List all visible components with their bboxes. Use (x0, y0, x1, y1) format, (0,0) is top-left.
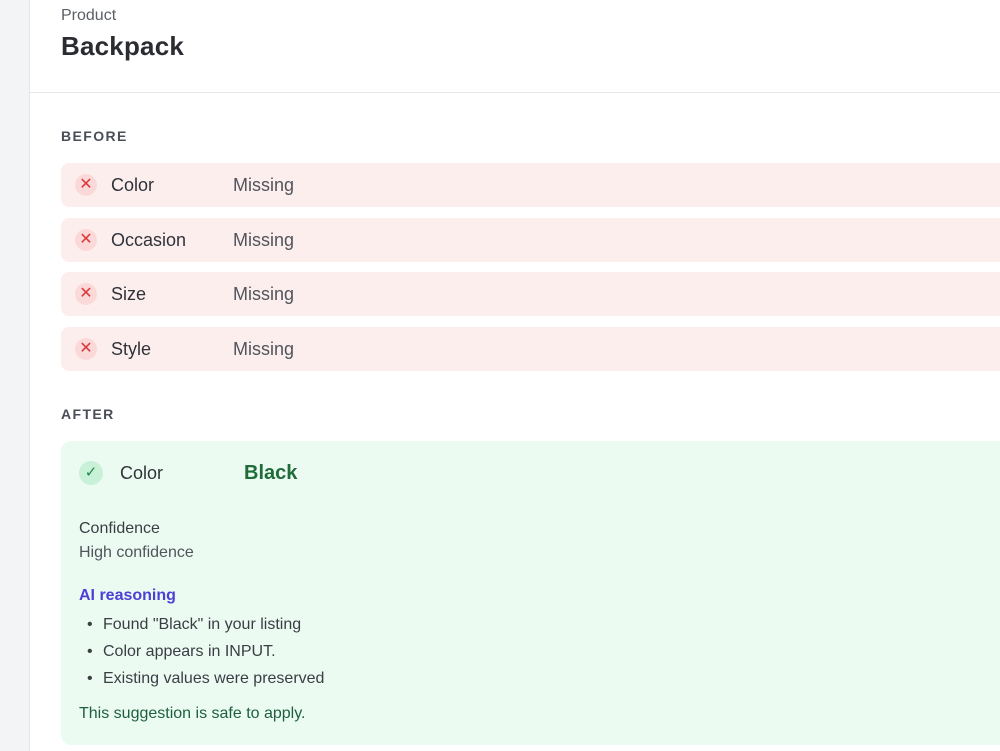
x-icon: ✕ (75, 229, 97, 251)
before-row-size: ✕ Size Missing (61, 272, 1000, 316)
safe-to-apply-note: This suggestion is safe to apply. (79, 705, 306, 722)
reasoning-item: Found "Black" in your listing (79, 616, 324, 643)
suggested-attribute: Color (120, 463, 164, 483)
before-value: Missing (233, 284, 295, 304)
before-attribute: Size (111, 284, 147, 304)
product-title: Backpack (61, 31, 185, 61)
suggestion-card: ✓ Color Black Confidence High confidence… (61, 441, 1000, 745)
reasoning-item: Existing values were preserved (79, 670, 324, 697)
product-panel: Product Backpack BEFORE ✕ Color Missing … (30, 0, 1000, 751)
before-attribute: Color (111, 175, 155, 195)
before-row-color: ✕ Color Missing (61, 163, 1000, 207)
x-icon: ✕ (75, 174, 97, 196)
before-value: Missing (233, 230, 295, 250)
reasoning-item: Color appears in INPUT. (79, 643, 324, 670)
x-icon: ✕ (75, 283, 97, 305)
before-attribute: Occasion (111, 230, 187, 250)
before-value: Missing (233, 175, 295, 195)
check-icon: ✓ (79, 461, 103, 485)
confidence-value: High confidence (79, 544, 194, 561)
before-value: Missing (233, 339, 295, 359)
before-section-label: BEFORE (61, 128, 128, 144)
after-section-label: AFTER (61, 406, 115, 422)
product-kicker: Product (61, 7, 117, 24)
reasoning-list: Found "Black" in your listing Color appe… (79, 616, 324, 697)
panel-header: Product Backpack (30, 0, 1000, 93)
before-attribute: Style (111, 339, 152, 359)
before-row-style: ✕ Style Missing (61, 327, 1000, 371)
ai-reasoning-label: AI reasoning (79, 587, 176, 604)
x-icon: ✕ (75, 338, 97, 360)
suggested-value: Black (244, 462, 298, 484)
left-rail (0, 0, 30, 751)
confidence-label: Confidence (79, 520, 160, 537)
before-row-occasion: ✕ Occasion Missing (61, 218, 1000, 262)
